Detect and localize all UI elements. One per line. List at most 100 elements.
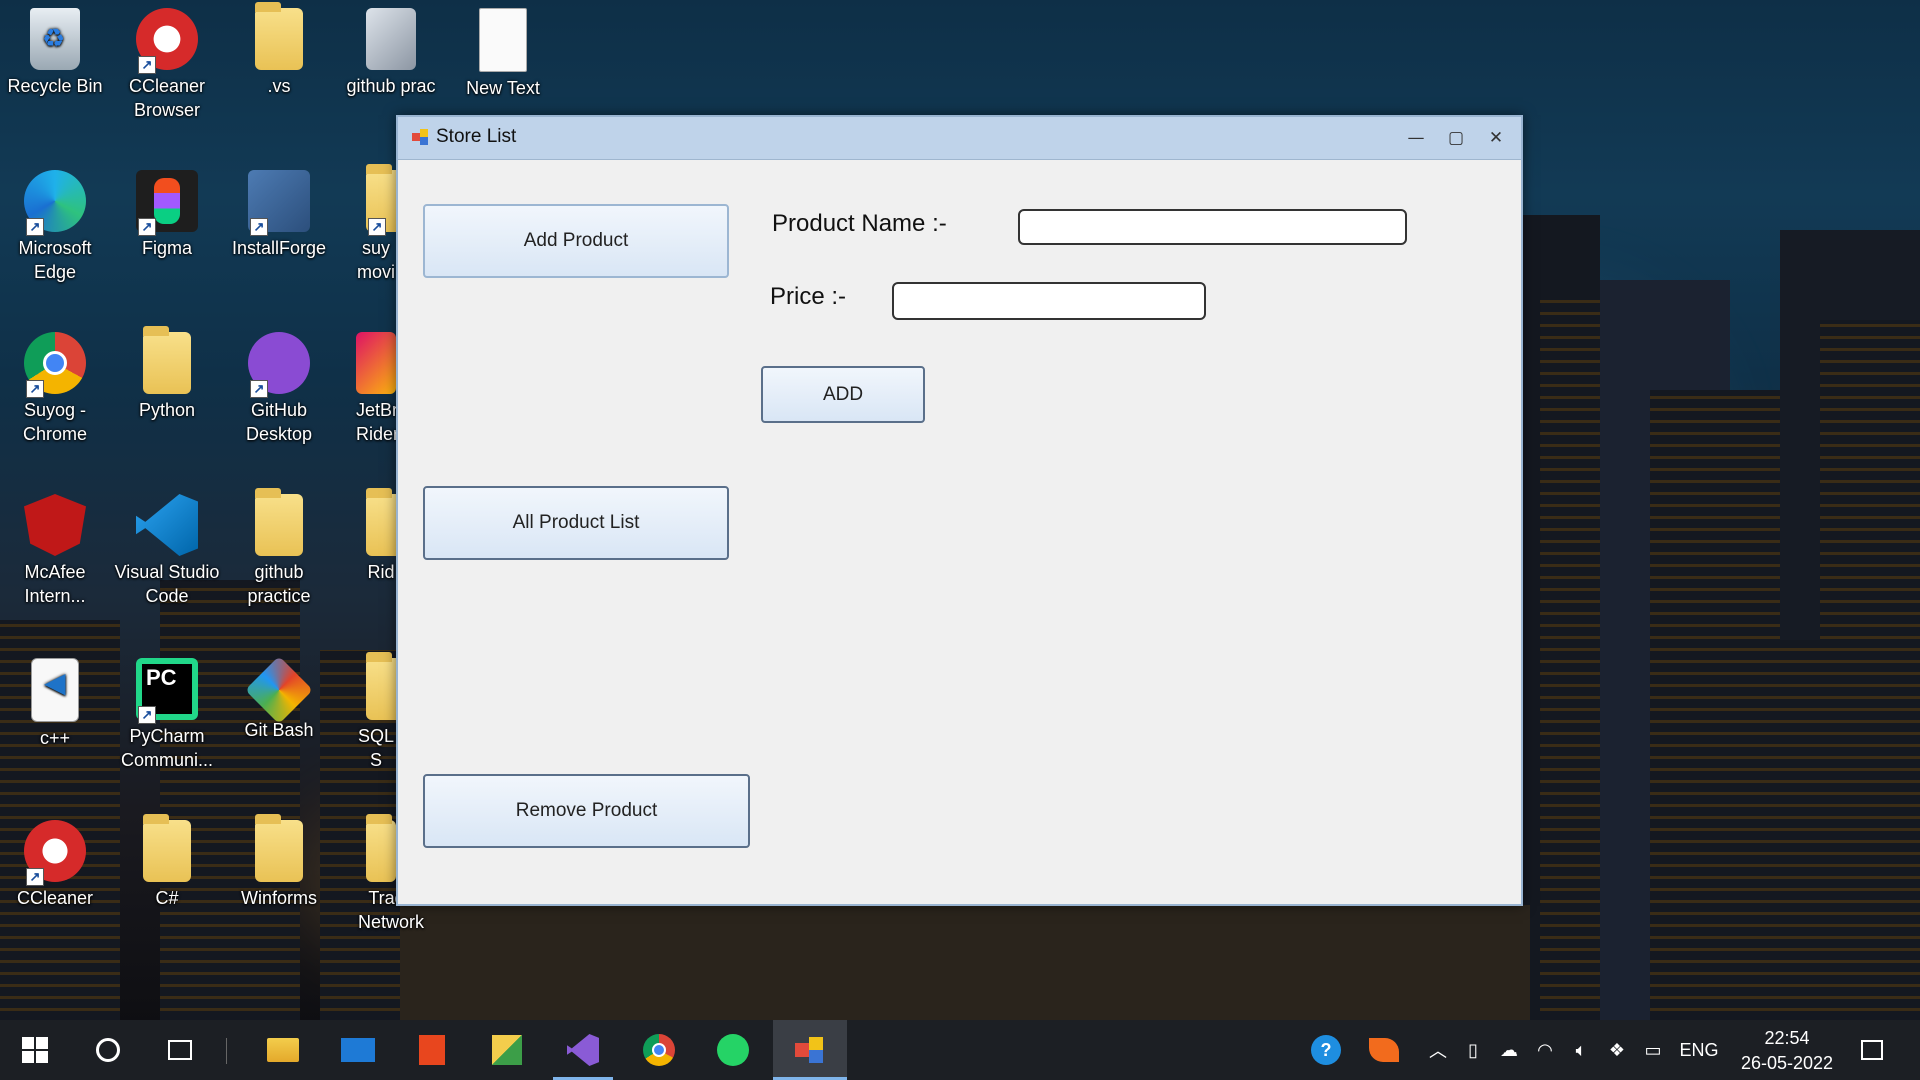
installer-icon — [366, 8, 416, 70]
desktop-icon-figma[interactable]: ↗ Figma — [112, 164, 222, 260]
orange-app-tray-button[interactable] — [1364, 1020, 1404, 1080]
cloud-icon: ☁ — [1500, 1039, 1518, 1060]
desktop-icon-sql[interactable]: SQL S — [336, 652, 396, 772]
icon-label: PyCharm Communi... — [120, 726, 214, 770]
desktop-icon-rid[interactable]: Rid — [336, 488, 396, 584]
visual-studio-button[interactable] — [553, 1020, 613, 1080]
clock[interactable]: 22:54 26-05-2022 — [1732, 1026, 1842, 1076]
help-tray-button[interactable]: ? — [1306, 1020, 1346, 1080]
icon-label: Visual Studio Code — [114, 562, 220, 606]
start-icon — [22, 1037, 48, 1063]
form-client-area: Add Product All Product List Remove Prod… — [406, 161, 1513, 896]
folder-icon — [255, 814, 303, 882]
icon-label: .vs — [267, 76, 291, 96]
git-bash-icon — [245, 656, 313, 724]
desktop-icon-pycharm[interactable]: PC ↗ PyCharm Communi... — [112, 652, 222, 772]
add-product-button[interactable]: Add Product — [423, 204, 729, 278]
wifi-icon: ◠ — [1537, 1039, 1553, 1060]
product-name-input[interactable] — [1018, 209, 1407, 245]
folder-icon — [255, 488, 303, 556]
folder-icon: ↗ — [366, 164, 396, 236]
language-indicator[interactable]: ENG — [1676, 1020, 1722, 1080]
folder-icon — [366, 652, 396, 720]
office-icon — [419, 1035, 445, 1065]
mail-button[interactable] — [328, 1020, 388, 1080]
dropbox-tray[interactable]: ❖ — [1602, 1020, 1632, 1080]
title-bar[interactable]: Store List — ▢ ✕ — [398, 117, 1521, 160]
ccleaner-icon: ↗ — [24, 820, 86, 886]
desktop-icon-recycle-bin[interactable]: ♻ Recycle Bin — [0, 2, 110, 98]
minimize-button[interactable]: — — [1398, 125, 1434, 151]
search-icon — [96, 1038, 120, 1062]
show-hidden-icons-button[interactable]: ︿ — [1424, 1020, 1452, 1080]
desktop-icon-installforge[interactable]: ↗ InstallForge — [224, 164, 334, 260]
rider-icon — [356, 332, 396, 394]
desktop-icon-chrome[interactable]: ↗ Suyog - Chrome — [0, 326, 110, 446]
figma-icon: ↗ — [136, 170, 198, 236]
whatsapp-button[interactable] — [703, 1020, 763, 1080]
winforms-app-button[interactable] — [477, 1020, 537, 1080]
desktop-icon-ccleaner[interactable]: ↗ CCleaner — [0, 814, 110, 910]
search-button[interactable] — [78, 1020, 138, 1080]
desktop-icon-github-prac[interactable]: github prac — [336, 2, 446, 98]
icon-label: suy movi — [356, 238, 395, 282]
desktop-icon-ccleaner-browser[interactable]: ↗ CCleaner Browser — [112, 2, 222, 122]
installforge-icon: ↗ — [248, 170, 310, 236]
store-list-app-icon — [795, 1037, 825, 1063]
file-explorer-button[interactable] — [253, 1020, 313, 1080]
desktop-icon-vscode[interactable]: Visual Studio Code — [112, 488, 222, 608]
desktop-icon-git-bash[interactable]: Git Bash — [224, 652, 334, 742]
start-button[interactable] — [5, 1020, 65, 1080]
icon-label: CCleaner Browser — [128, 76, 206, 120]
volume-tray[interactable]: 🔈︎ — [1566, 1020, 1596, 1080]
chrome-icon — [643, 1034, 675, 1066]
desktop-icon-python[interactable]: Python — [112, 326, 222, 422]
onedrive-tray[interactable]: ☁ — [1494, 1020, 1524, 1080]
price-input[interactable] — [892, 282, 1206, 320]
icon-label: GitHub Desktop — [245, 400, 313, 444]
desktop-icon-edge[interactable]: ↗ Microsoft Edge — [0, 164, 110, 284]
desktop-icon-winforms[interactable]: Winforms — [224, 814, 334, 910]
maximize-button[interactable]: ▢ — [1438, 125, 1474, 151]
desktop-icon-github-practice[interactable]: github practice — [224, 488, 334, 608]
icon-label: Suyog - Chrome — [22, 400, 88, 444]
desktop-icon-cpp[interactable]: ◀ c++ — [0, 652, 110, 750]
icon-label: InstallForge — [231, 238, 327, 258]
icon-label: JetBr Rider — [356, 400, 396, 444]
action-center-button[interactable] — [1852, 1020, 1892, 1080]
app-icon — [412, 129, 430, 147]
remove-product-button[interactable]: Remove Product — [423, 774, 750, 848]
desktop-icon-csharp[interactable]: C# — [112, 814, 222, 910]
file-explorer-icon — [267, 1038, 299, 1062]
visual-studio-icon — [567, 1034, 599, 1066]
desktop-icon-new-text[interactable]: New Text — [448, 2, 558, 100]
window-title: Store List — [436, 126, 517, 147]
task-view-button[interactable] — [150, 1020, 210, 1080]
vscode-icon — [136, 494, 198, 556]
icon-label: McAfee Intern... — [24, 562, 86, 606]
close-button[interactable]: ✕ — [1478, 125, 1514, 151]
desktop-icon-vs[interactable]: .vs — [224, 2, 334, 98]
office-button[interactable] — [402, 1020, 462, 1080]
icon-label: New Text — [466, 78, 540, 98]
all-product-list-button[interactable]: All Product List — [423, 486, 729, 560]
icon-label: github practice — [247, 562, 311, 606]
mail-icon — [341, 1038, 375, 1062]
icon-label: github prac — [346, 76, 436, 96]
desktop-icon-rider[interactable]: JetBr Rider — [336, 326, 396, 446]
desktop-icon-suy-movi[interactable]: ↗ suy movi — [336, 164, 396, 284]
add-button[interactable]: ADD — [761, 366, 925, 423]
wifi-tray[interactable]: ◠ — [1530, 1020, 1560, 1080]
icon-label: Winforms — [241, 888, 317, 908]
speaker-icon: 🔈︎ — [1575, 1039, 1587, 1060]
desktop-icon-github-desktop[interactable]: ↗ GitHub Desktop — [224, 326, 334, 446]
store-list-taskbar-button[interactable] — [773, 1020, 847, 1080]
pycharm-icon: PC ↗ — [136, 658, 198, 724]
network-device-tray[interactable]: ▯ — [1460, 1020, 1486, 1080]
help-icon: ? — [1311, 1035, 1341, 1065]
battery-tray[interactable]: ▭ — [1638, 1020, 1668, 1080]
github-desktop-icon: ↗ — [248, 332, 310, 398]
clock-time: 22:54 — [1764, 1028, 1810, 1048]
desktop-icon-mcafee[interactable]: McAfee Intern... — [0, 488, 110, 608]
chrome-taskbar-button[interactable] — [629, 1020, 689, 1080]
